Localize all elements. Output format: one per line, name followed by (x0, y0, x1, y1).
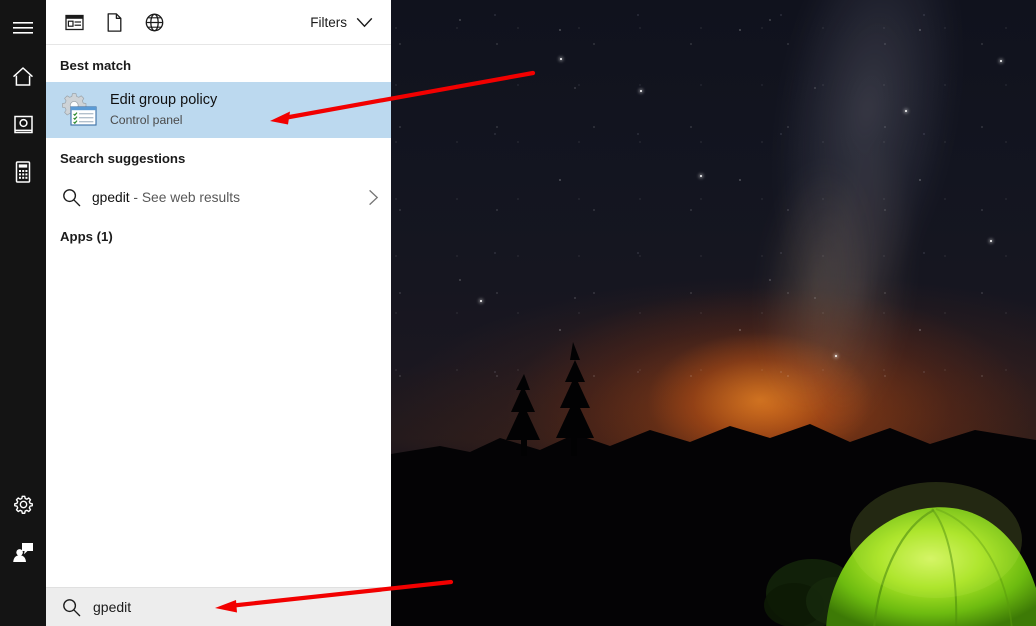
result-title: Edit group policy (110, 92, 218, 109)
chevron-right-icon[interactable] (368, 189, 379, 206)
wallpaper-star (905, 110, 907, 112)
wallpaper-star (990, 240, 992, 242)
tab-web[interactable] (134, 4, 174, 40)
taskbar-item-home[interactable] (0, 52, 46, 100)
suggestion-query: gpedit (92, 189, 130, 205)
taskbar-item-photos[interactable] (0, 100, 46, 148)
taskbar-item-calculator[interactable] (0, 148, 46, 196)
tab-apps[interactable] (54, 4, 94, 40)
calculator-icon (15, 161, 31, 183)
wallpaper-star (560, 58, 562, 60)
result-subtitle: Control panel (110, 112, 183, 127)
result-text-block: Edit group policy Control panel (110, 91, 217, 129)
feedback-icon (13, 543, 33, 562)
search-results: Best match Edit group policy Control pan… (46, 45, 391, 587)
home-icon (13, 66, 33, 86)
hamburger-icon (13, 22, 33, 34)
gear-icon (13, 495, 33, 514)
taskbar-bottom-group (0, 480, 46, 576)
wallpaper-star (640, 90, 642, 92)
group-policy-icon (62, 93, 97, 126)
search-icon (62, 188, 92, 207)
wallpaper-star (700, 175, 702, 177)
apps-heading: Apps (1) (60, 229, 113, 244)
taskbar-item-feedback[interactable] (0, 528, 46, 576)
search-suggestions-heading: Search suggestions (60, 151, 186, 166)
search-panel: Filters Best match Edit group policy Con… (46, 0, 391, 626)
result-edit-group-policy[interactable]: Edit group policy Control panel (46, 82, 391, 138)
wallpaper-star (480, 300, 482, 302)
search-icon (62, 598, 93, 617)
taskbar (0, 0, 46, 626)
suggestion-label: gpedit - See web results (92, 190, 368, 205)
camera-icon (13, 115, 33, 133)
filters-label: Filters (310, 14, 347, 30)
suggestion-gpedit-web[interactable]: gpedit - See web results (46, 175, 391, 219)
suggestion-suffix: - See web results (129, 189, 241, 205)
documents-icon (107, 12, 121, 32)
search-input-value[interactable]: gpedit (93, 599, 131, 615)
taskbar-item-menu[interactable] (0, 4, 46, 52)
taskbar-top-group (0, 0, 46, 196)
wallpaper-star (1000, 60, 1002, 62)
taskbar-item-settings[interactable] (0, 480, 46, 528)
search-panel-toolbar: Filters (46, 0, 391, 45)
chevron-down-icon (356, 17, 373, 27)
tab-documents[interactable] (94, 4, 134, 40)
filters-button[interactable]: Filters (302, 9, 377, 36)
web-icon (145, 13, 163, 31)
wallpaper-tent (826, 482, 1036, 626)
best-match-heading: Best match (60, 58, 132, 73)
apps-icon (64, 14, 84, 30)
desktop-screen: Filters Best match Edit group policy Con… (0, 0, 1036, 626)
search-input-bar[interactable]: gpedit (46, 587, 391, 626)
